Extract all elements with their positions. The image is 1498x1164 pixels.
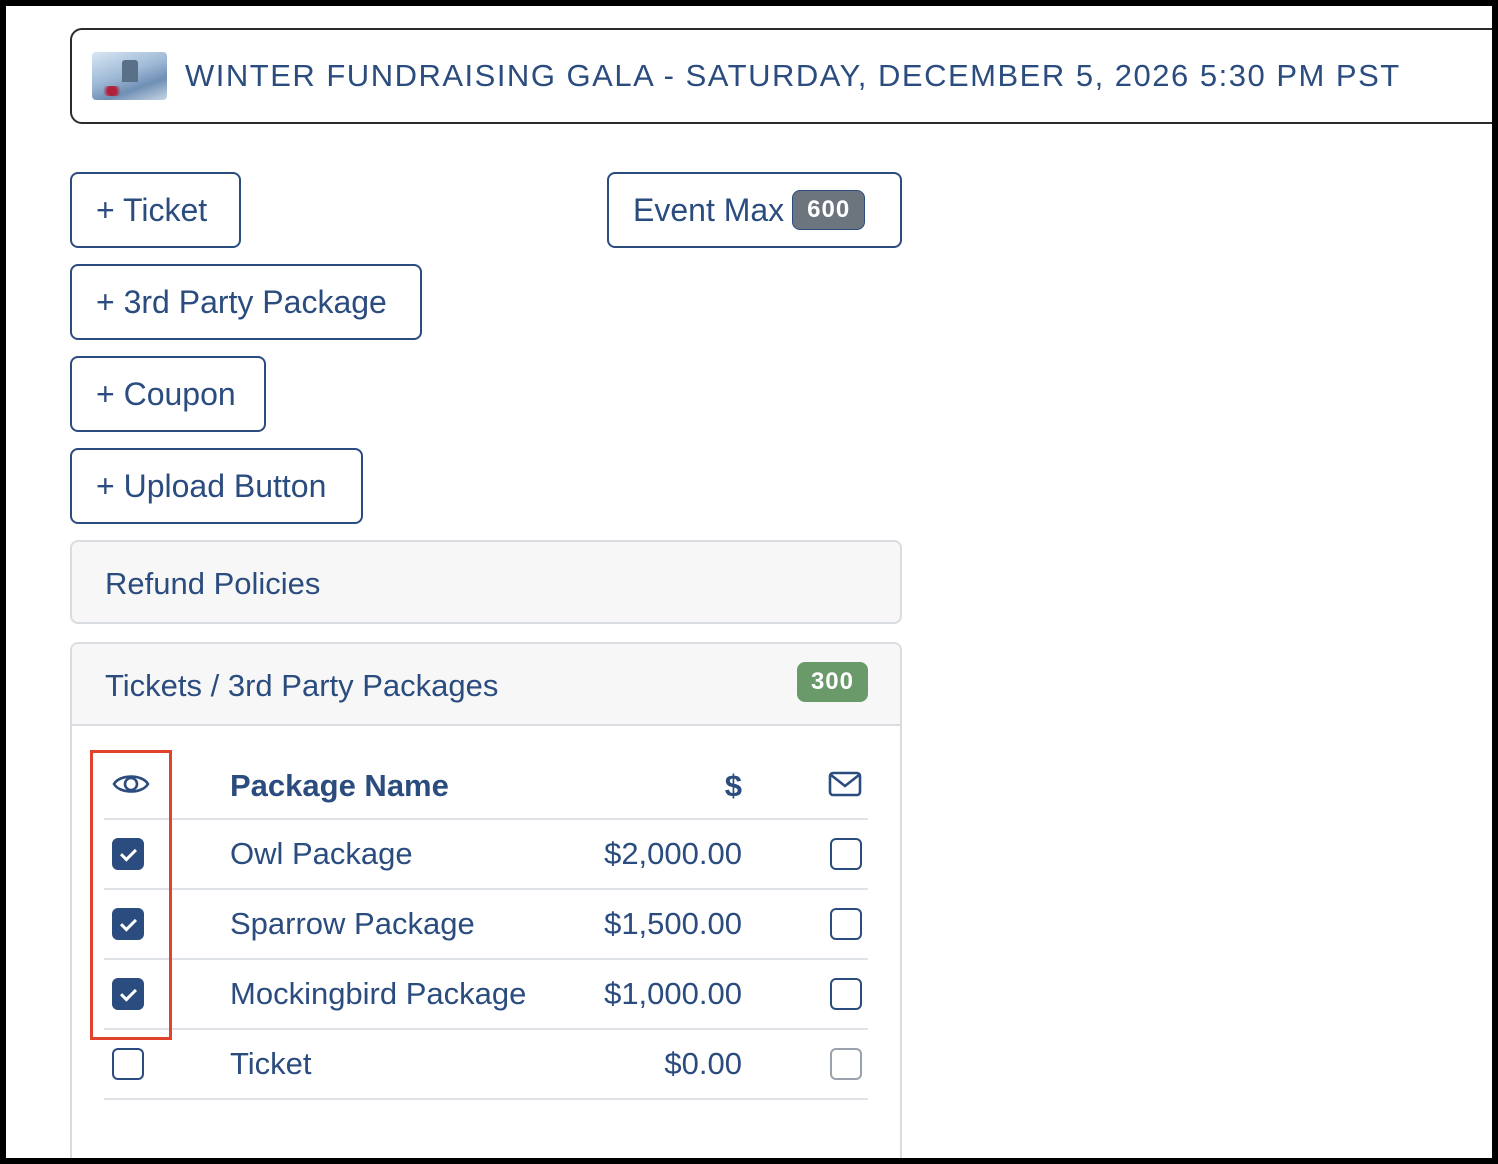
- eye-icon: [112, 769, 150, 804]
- table-row: Ticket $0.00: [104, 1030, 868, 1100]
- packages-table: Package Name $ Owl Package $2,000.00 Spa…: [104, 754, 868, 1100]
- package-price: $1,500.00: [604, 906, 742, 941]
- add-coupon-button[interactable]: + Coupon: [70, 356, 266, 432]
- tickets-card-title: Tickets / 3rd Party Packages: [105, 668, 499, 703]
- package-name[interactable]: Owl Package: [230, 836, 586, 872]
- package-name[interactable]: Sparrow Package: [230, 906, 586, 942]
- table-row: Mockingbird Package $1,000.00: [104, 960, 868, 1030]
- add-3rd-party-package-button[interactable]: + 3rd Party Package: [70, 264, 422, 340]
- add-ticket-button[interactable]: + Ticket: [70, 172, 241, 248]
- package-name[interactable]: Mockingbird Package: [230, 976, 586, 1012]
- refund-policies-title: Refund Policies: [105, 566, 321, 601]
- event-max-label: Event Max: [633, 191, 785, 228]
- package-name[interactable]: Ticket: [230, 1046, 586, 1082]
- package-price: $0.00: [664, 1046, 742, 1081]
- event-title: WINTER FUNDRAISING GALA - SATURDAY, DECE…: [185, 58, 1401, 93]
- visibility-checkbox[interactable]: [112, 1048, 144, 1080]
- event-thumbnail: [92, 52, 167, 100]
- page: WINTER FUNDRAISING GALA - SATURDAY, DECE…: [6, 6, 1492, 1158]
- column-header-name: Package Name: [230, 768, 449, 803]
- envelope-icon: [828, 771, 862, 802]
- table-header-row: Package Name $: [104, 754, 868, 820]
- column-header-price: $: [724, 768, 742, 803]
- email-checkbox[interactable]: [830, 978, 862, 1010]
- email-checkbox[interactable]: [830, 908, 862, 940]
- refund-policies-card[interactable]: Refund Policies: [70, 540, 902, 624]
- table-row: Sparrow Package $1,500.00: [104, 890, 868, 960]
- event-max-button[interactable]: Event Max 600: [607, 172, 902, 248]
- event-header[interactable]: WINTER FUNDRAISING GALA - SATURDAY, DECE…: [70, 28, 1492, 124]
- tickets-count-badge: 300: [796, 662, 868, 702]
- visibility-checkbox[interactable]: [112, 978, 144, 1010]
- add-upload-button[interactable]: + Upload Button: [70, 448, 363, 524]
- package-price: $1,000.00: [604, 976, 742, 1011]
- event-max-badge: 600: [792, 190, 866, 230]
- visibility-checkbox[interactable]: [112, 838, 144, 870]
- tickets-card-header[interactable]: Tickets / 3rd Party Packages 300: [72, 644, 900, 726]
- package-price: $2,000.00: [604, 836, 742, 871]
- email-checkbox[interactable]: [830, 1048, 862, 1080]
- tickets-card: Tickets / 3rd Party Packages 300 Package…: [70, 642, 902, 1158]
- email-checkbox[interactable]: [830, 838, 862, 870]
- table-row: Owl Package $2,000.00: [104, 820, 868, 890]
- visibility-checkbox[interactable]: [112, 908, 144, 940]
